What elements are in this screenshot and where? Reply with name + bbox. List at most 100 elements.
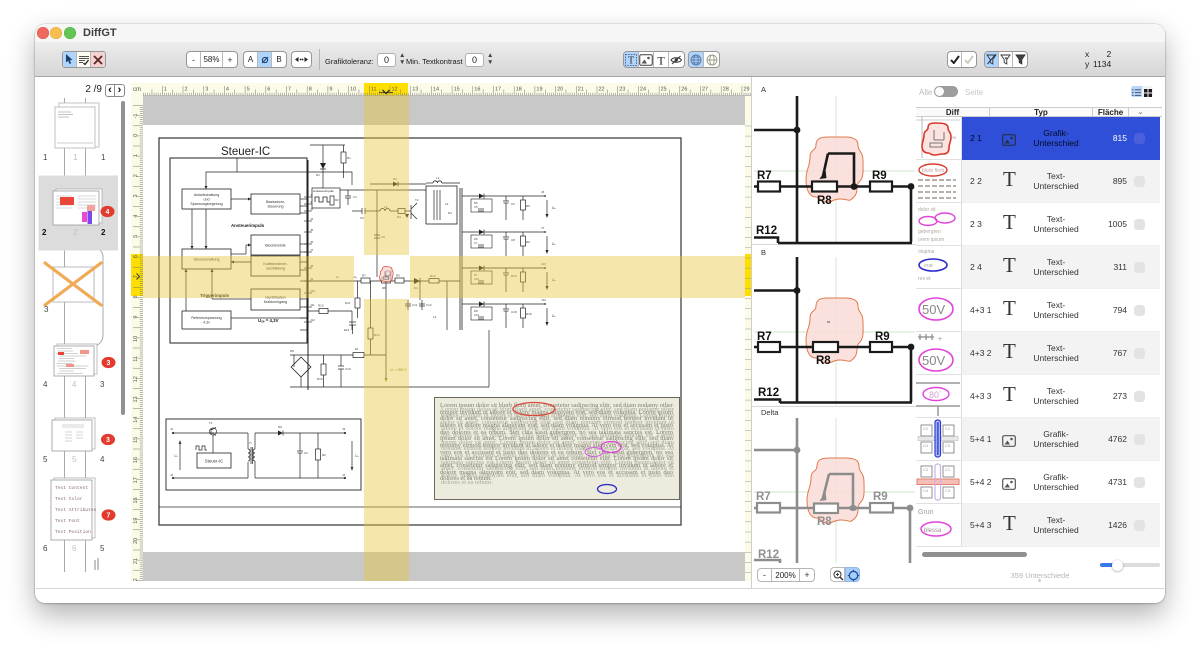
svg-text:Spannungsregelung: Spannungsregelung [190,202,222,206]
svg-text:23: 23 [619,87,625,93]
svg-text:R8: R8 [817,516,832,528]
svg-text:res et: res et [918,276,931,282]
svg-text:17: 17 [495,87,501,93]
svg-text:15: 15 [454,87,460,93]
svg-text:Steuer-IC: Steuer-IC [221,146,270,158]
svg-text:C7: C7 [474,241,478,245]
svg-text:Uₑ: Uₑ [174,454,178,458]
svg-text:D1: D1 [316,173,320,177]
svg-text:27: 27 [702,87,708,93]
svg-text:blurb florb: blurb florb [922,168,944,174]
svg-text:11: 11 [371,87,377,93]
svg-text:R9: R9 [951,135,957,140]
svg-text:Nulldurchgang: Nulldurchgang [264,300,287,304]
svg-text:3: 3 [107,360,111,367]
svg-text:19: 19 [133,518,139,524]
svg-text:Text Attributes: Text Attributes [55,507,97,513]
svg-text:C1: C1 [945,467,951,472]
svg-text:J12: J12 [310,318,315,322]
svg-text:R7: R7 [756,491,771,503]
svg-text:3: 3 [106,437,110,444]
svg-text:C2: C2 [511,202,515,206]
svg-text:10: 10 [133,336,139,342]
svg-text:Tr: Tr [249,441,252,445]
svg-text:5: 5 [247,87,250,93]
svg-text:A: A [761,85,766,94]
svg-text:8: 8 [133,295,139,298]
svg-text:E14: E14 [344,328,350,332]
svg-text:24: 24 [640,87,646,93]
svg-text:J7: J7 [310,248,314,252]
svg-text:C3: C3 [945,443,951,448]
svg-text:R9: R9 [396,274,400,278]
svg-text:J5: J5 [310,228,314,232]
svg-text:5: 5 [133,235,139,238]
svg-text:C1: C1 [945,426,951,431]
svg-text:Ansteuerimpuls: Ansteuerimpuls [313,189,334,193]
svg-text:16: 16 [474,87,480,93]
svg-text:2: 2 [73,228,78,237]
svg-text:5: 5 [43,455,48,464]
svg-text:2: 2 [42,228,47,237]
svg-text:ˎ80ˋ: ˎ80ˋ [926,390,942,400]
svg-text:20: 20 [133,538,139,544]
svg-text:R2: R2 [322,453,326,457]
svg-text:T: T [657,54,665,66]
svg-text:3: 3 [100,380,105,389]
svg-text:C12: C12 [426,303,432,307]
svg-text:R1: R1 [347,156,351,160]
svg-text:14: 14 [433,87,439,93]
svg-text:Anlaufschaltung: Anlaufschaltung [194,193,220,197]
svg-text:1: 1 [43,153,48,162]
svg-text:10: 10 [350,87,356,93]
svg-text:9: 9 [329,87,332,93]
svg-text:R12: R12 [756,225,777,237]
svg-text:C4: C4 [923,488,929,493]
svg-text:R16: R16 [317,377,323,381]
svg-text:4: 4 [106,209,110,216]
svg-text:orem ipsum: orem ipsum [918,237,944,243]
svg-text:29: 29 [743,87,749,93]
svg-text:J1: J1 [170,427,174,431]
svg-text:T1: T1 [209,421,213,425]
svg-text:4: 4 [43,380,48,389]
svg-text:J2: J2 [170,473,174,477]
svg-text:5: 5 [100,544,105,553]
svg-text:Steuer-IC: Steuer-IC [205,459,223,464]
svg-text:C18: C18 [511,310,517,314]
svg-text:6: 6 [133,255,139,258]
svg-text:28: 28 [723,87,729,93]
svg-text:R2: R2 [335,198,339,202]
svg-text:16: 16 [133,457,139,463]
svg-text:R5: R5 [526,204,530,208]
svg-text:olupma: olupma [918,249,935,255]
svg-text:8: 8 [309,87,312,93]
svg-text:R7: R7 [757,331,772,343]
svg-text:3: 3 [205,87,208,93]
svg-text:Referenzspannung: Referenzspannung [191,316,221,320]
svg-text:3: 3 [133,194,139,197]
svg-text:+: + [938,336,942,343]
svg-text:Text Content: Text Content [55,485,88,491]
svg-text:blessa: blessa [924,528,942,534]
svg-text:R9: R9 [875,331,890,343]
svg-text:12: 12 [392,87,398,93]
svg-text:R12: R12 [758,387,779,399]
svg-text:0: 0 [133,134,139,137]
svg-text:J3: J3 [342,427,346,431]
svg-text:7: 7 [107,512,111,519]
svg-text:4: 4 [226,87,229,93]
svg-text:13: 13 [412,87,418,93]
svg-text:9: 9 [133,316,139,319]
svg-text:5: 5 [72,455,77,464]
svg-text:R8: R8 [817,195,832,207]
svg-text:R7: R7 [362,274,366,278]
svg-text:J7: J7 [541,226,545,230]
svg-text:R7: R7 [757,170,772,182]
svg-text:4: 4 [133,215,139,218]
svg-text:19: 19 [536,87,542,93]
svg-text:13: 13 [133,396,139,402]
svg-text:1: 1 [133,154,139,157]
svg-text:Grun: Grun [918,509,934,516]
svg-text:R9: R9 [872,170,887,182]
